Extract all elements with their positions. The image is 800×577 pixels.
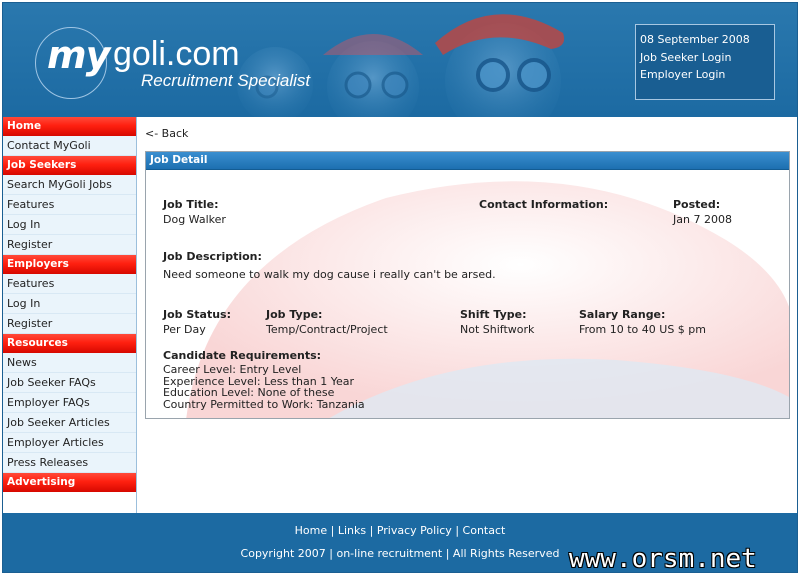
footer-link-links[interactable]: Links [338, 524, 366, 537]
sidebar-item-employer-articles[interactable]: Employer Articles [3, 433, 136, 453]
salary-range-value: From 10 to 40 US $ pm [579, 323, 706, 336]
logo-domain-text: goli.com [113, 35, 240, 73]
sidebar-item-seeker-features[interactable]: Features [3, 195, 136, 215]
job-title-label: Job Title: [163, 198, 219, 211]
sidebar-nav: Home Contact MyGoli Job Seekers Search M… [3, 117, 137, 513]
current-date: 08 September 2008 [640, 33, 750, 46]
job-detail-panel: Job Detail Job Title: Dog Walker Contact… [145, 151, 790, 419]
logo-tagline: Recruitment Specialist [141, 71, 311, 90]
sidebar-home[interactable]: Home [3, 117, 136, 136]
job-seeker-login-link[interactable]: Job Seeker Login [640, 51, 731, 64]
sidebar-item-seeker-articles[interactable]: Job Seeker Articles [3, 413, 136, 433]
sidebar-item-employer-register[interactable]: Register [3, 314, 136, 334]
main-content: <- Back Job Detail Job Title: Dog Walker… [137, 117, 797, 513]
sidebar-section-advertising[interactable]: Advertising [3, 473, 136, 492]
sidebar-section-employers[interactable]: Employers [3, 255, 136, 274]
job-type-value: Temp/Contract/Project [266, 323, 388, 336]
orsm-watermark: www.orsm.net [569, 544, 757, 573]
sidebar-item-employer-features[interactable]: Features [3, 274, 136, 294]
sidebar-item-contact[interactable]: Contact MyGoli [3, 136, 136, 156]
job-description-label: Job Description: [163, 250, 262, 263]
header-info-box: 08 September 2008 Job Seeker Login Emplo… [635, 24, 775, 100]
footer: Home | Links | Privacy Policy | Contact … [3, 513, 797, 572]
job-title-value: Dog Walker [163, 213, 226, 226]
header: my goli.com Recruitment Specialist 08 Se… [3, 3, 797, 117]
panel-title: Job Detail [146, 152, 789, 170]
footer-link-contact[interactable]: Contact [463, 524, 506, 537]
contact-info-label: Contact Information: [479, 198, 609, 211]
sidebar-item-employer-login[interactable]: Log In [3, 294, 136, 314]
shift-type-value: Not Shiftwork [460, 323, 535, 336]
logo-my-text: my [47, 33, 110, 77]
footer-separator: | [455, 524, 460, 537]
requirement-education-level: Education Level: None of these [163, 386, 335, 399]
footer-links: Home | Links | Privacy Policy | Contact [3, 524, 797, 537]
posted-label: Posted: [673, 198, 721, 211]
posted-value: Jan 7 2008 [673, 213, 732, 226]
footer-separator: | [369, 524, 374, 537]
employer-login-link[interactable]: Employer Login [640, 68, 725, 81]
salary-range-label: Salary Range: [579, 308, 666, 321]
job-description-value: Need someone to walk my dog cause i real… [163, 268, 496, 281]
candidate-requirements-list: Career Level: Entry Level Experience Lev… [163, 364, 365, 410]
job-status-value: Per Day [163, 323, 206, 336]
sidebar-item-seeker-register[interactable]: Register [3, 235, 136, 255]
job-status-label: Job Status: [163, 308, 231, 321]
shift-type-label: Shift Type: [460, 308, 527, 321]
footer-link-home[interactable]: Home [295, 524, 327, 537]
footer-separator: | [330, 524, 335, 537]
sidebar-section-resources[interactable]: Resources [3, 334, 136, 353]
page: my goli.com Recruitment Specialist 08 Se… [2, 2, 798, 573]
back-link[interactable]: <- Back [145, 127, 188, 140]
sidebar-item-employer-faqs[interactable]: Employer FAQs [3, 393, 136, 413]
sidebar-item-press-releases[interactable]: Press Releases [3, 453, 136, 473]
sidebar-item-seeker-faqs[interactable]: Job Seeker FAQs [3, 373, 136, 393]
sidebar-section-job-seekers[interactable]: Job Seekers [3, 156, 136, 175]
candidate-requirements-label: Candidate Requirements: [163, 349, 322, 362]
requirement-country: Country Permitted to Work: Tanzania [163, 397, 365, 411]
sidebar-item-search-jobs[interactable]: Search MyGoli Jobs [3, 175, 136, 195]
site-logo[interactable]: my goli.com Recruitment Specialist [35, 27, 355, 99]
footer-link-privacy[interactable]: Privacy Policy [377, 524, 452, 537]
sidebar-item-news[interactable]: News [3, 353, 136, 373]
requirement-career-level: Career Level: Entry Level [163, 363, 302, 376]
job-type-label: Job Type: [266, 308, 323, 321]
sidebar-item-seeker-login[interactable]: Log In [3, 215, 136, 235]
